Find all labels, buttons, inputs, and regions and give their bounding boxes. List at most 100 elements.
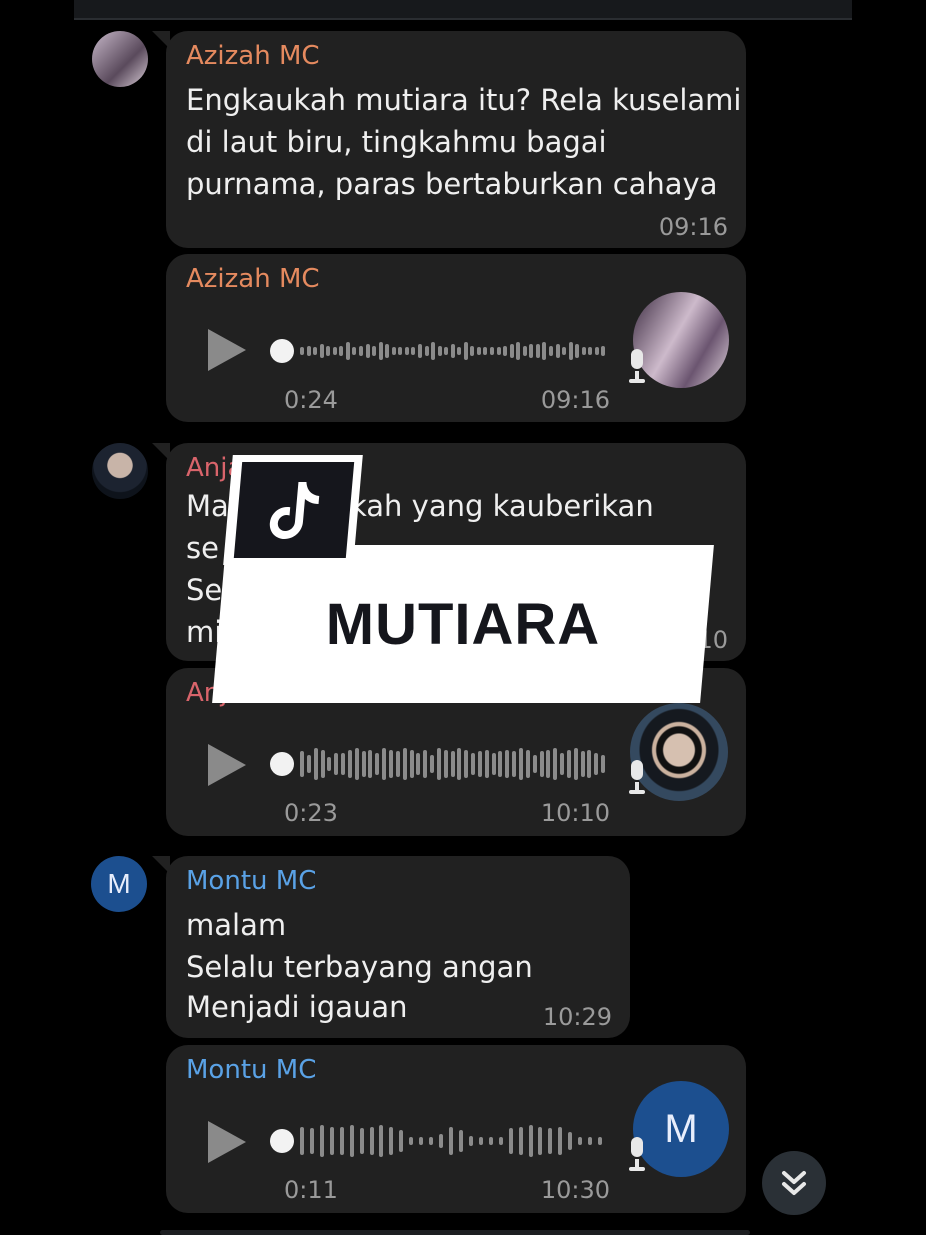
waveform-bar [568,342,573,360]
waveform-bar [354,747,359,781]
waveform-progress-dot[interactable] [270,339,294,363]
waveform-bar [518,1126,523,1156]
waveform-bar [560,753,565,775]
waveform-bar [588,1137,593,1145]
voice-message-bubble[interactable]: Azizah MC 0:24 09:16 [166,254,746,422]
waveform-bar [382,747,387,781]
message-line: Ma [186,489,229,523]
waveform-bar [522,345,527,357]
waveform-bar [532,755,537,773]
waveform-bar [327,756,332,772]
waveform-bar [339,1126,344,1156]
voice-avatar-montu: M [633,1081,729,1177]
waveform-bar [463,342,468,360]
waveform-bar [300,751,304,777]
voice-waveform[interactable] [270,1124,608,1158]
waveform-bar [598,1137,603,1145]
waveform-bar [468,1135,473,1147]
waveform-progress-dot[interactable] [270,1129,294,1153]
message-bubble[interactable]: Montu MC malam Selalu terbayang angan Me… [152,856,630,1038]
avatar-azizah[interactable] [92,31,148,87]
waveform-bar [334,753,339,775]
waveform-bar [300,1126,304,1156]
message-time: 09:16 [658,213,728,241]
waveform-bar [361,751,366,777]
waveform-bar [546,749,551,779]
avatar-montu[interactable]: M [91,856,147,912]
avatar-initial: M [107,868,131,899]
waveform-bar [458,1130,463,1152]
waveform-bar [444,347,449,355]
waveform-bar [601,755,606,773]
waveform-bar [508,1128,513,1154]
waveform-bar [519,747,524,781]
scroll-to-bottom-button[interactable] [762,1151,826,1215]
voice-message-bubble[interactable]: Montu MC 0:11 10:30 M [166,1045,746,1213]
waveform-bar [423,749,428,779]
waveform-bar [439,1133,444,1149]
waveform-bar [539,751,544,777]
waveform-bar [476,347,481,355]
waveform-bar [326,345,331,357]
message-time: 10:29 [542,1003,612,1031]
message-line: Engkaukah mutiara itu? Rela kuselami [186,83,742,117]
message-bubble[interactable]: Azizah MC Engkaukah mutiara itu? Rela ku… [152,31,746,248]
waveform-bar [471,753,476,775]
waveform-bar [378,342,383,360]
waveform-bar [319,1124,324,1158]
waveform-bar [449,1126,454,1156]
double-chevron-down-icon [782,1171,806,1195]
waveform-bar [555,343,560,359]
waveform-bar [402,747,407,781]
voice-waveform[interactable] [270,334,608,368]
waveform-bar [498,1137,503,1145]
waveform-bar [306,345,311,357]
waveform-bar [320,749,325,779]
sender-name[interactable]: Montu MC [186,866,316,896]
waveform-bar [339,345,344,357]
waveform-bar [566,749,571,779]
waveform-bar [313,347,318,355]
waveform-bar [548,1128,553,1154]
play-icon[interactable] [208,1121,246,1163]
waveform-bar [488,1137,493,1145]
message-line: Menjadi igauan [186,990,408,1024]
waveform-bar [309,1128,314,1154]
waveform-progress-dot[interactable] [270,752,294,776]
waveform-bar [443,749,448,779]
waveform-bar [542,342,547,360]
sender-name[interactable]: Azizah MC [186,41,320,71]
voice-duration: 0:23 [284,799,338,827]
waveform-bar [345,342,350,360]
waveform-bar [388,749,393,779]
waveform-bar [580,751,585,777]
waveform-bar [562,347,567,355]
waveform-bar [395,751,400,777]
avatar-anjar[interactable] [92,443,148,499]
message-time: 10:10 [540,799,610,827]
waveform-bar [416,753,421,775]
waveform-bar [505,749,510,779]
waveform-bar [379,1124,384,1158]
waveform-bar [332,347,337,355]
waveform-bar [306,755,311,773]
microphone-icon [627,760,647,796]
sender-name[interactable]: Montu MC [186,1055,316,1085]
waveform-bar [503,345,508,357]
waveform-bar [509,343,514,359]
waveform-bar [409,749,414,779]
waveform-bar [358,345,363,357]
waveform-bar [478,1137,483,1145]
message-line: di laut biru, tingkahmu bagai [186,125,607,159]
sender-name[interactable]: Azizah MC [186,264,320,294]
waveform-bar [450,343,455,359]
waveform-bar [431,342,436,360]
play-icon[interactable] [208,329,246,371]
voice-avatar-azizah [633,292,729,388]
play-icon[interactable] [208,744,246,786]
microphone-icon [627,1137,647,1173]
voice-waveform[interactable] [270,747,608,781]
waveform-bar [568,1132,573,1150]
waveform-bar [313,747,318,781]
waveform-bar [347,749,352,779]
